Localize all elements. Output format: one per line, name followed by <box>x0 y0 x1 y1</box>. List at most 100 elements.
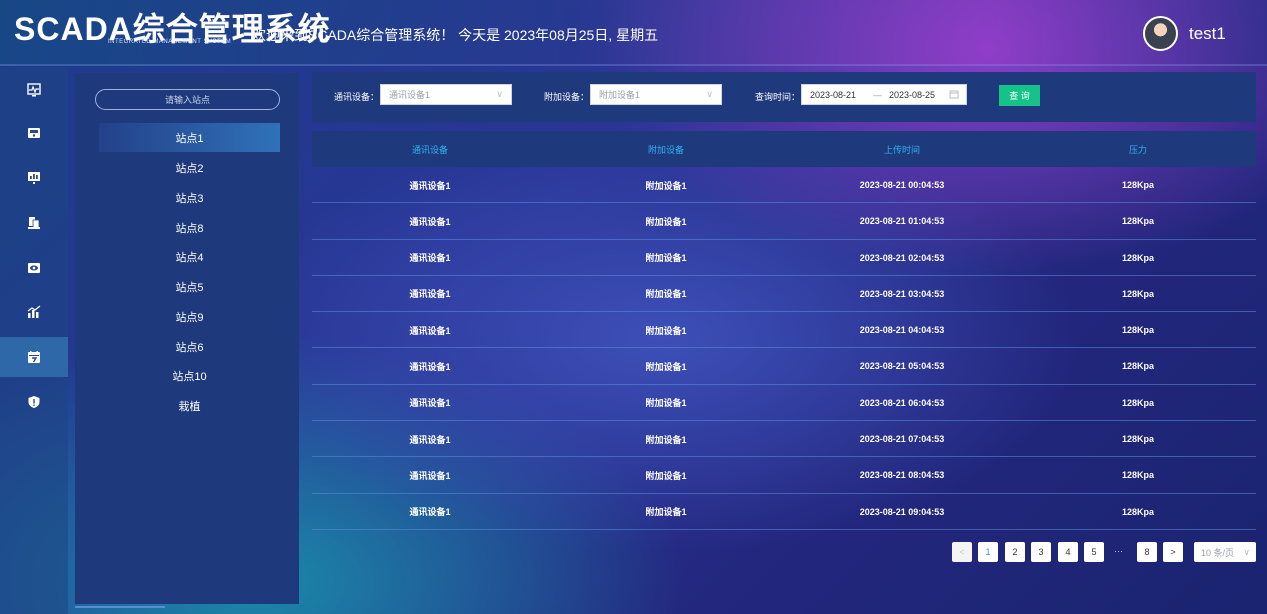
station-item[interactable]: 站点6 <box>99 332 280 361</box>
top-header: SCADA综合管理系统 INTEGRATED MANAGEMENT SYSTEM… <box>0 0 1267 66</box>
device-icon <box>28 128 40 138</box>
table-row[interactable]: 通讯设备1 附加设备1 2023-08-21 06:04:53 128Kpa <box>312 385 1256 422</box>
table-row[interactable]: 通讯设备1 附加设备1 2023-08-21 01:04:53 128Kpa <box>312 203 1256 240</box>
table-cell: 128Kpa <box>1121 180 1155 190</box>
calendar-icon <box>949 89 959 101</box>
table-row[interactable]: 通讯设备1 附加设备1 2023-08-21 00:04:53 128Kpa <box>312 167 1256 204</box>
page-button[interactable]: 8 <box>1137 542 1157 562</box>
app-logo-subtitle: INTEGRATED MANAGEMENT SYSTEM <box>108 39 232 45</box>
page-button[interactable]: 1 <box>978 542 998 562</box>
table-row[interactable]: 通讯设备1 附加设备1 2023-08-21 07:04:53 128Kpa <box>312 421 1256 458</box>
station-item[interactable]: 站点9 <box>99 302 280 331</box>
page-button[interactable]: 3 <box>1031 542 1051 562</box>
username[interactable]: test1 <box>1189 24 1226 44</box>
nav-inspect[interactable] <box>0 248 68 288</box>
page-size-value: 10 条/页 <box>1201 547 1235 558</box>
page-button[interactable]: 5 <box>1084 542 1104 562</box>
table-cell: 附加设备1 <box>645 470 687 481</box>
date-separator: — <box>873 90 882 100</box>
table-cell: 128Kpa <box>1121 288 1155 299</box>
nav-calendar[interactable] <box>0 337 68 377</box>
nav-screen[interactable] <box>0 158 68 198</box>
table-cell: 2023-08-21 02:04:53 <box>859 252 945 263</box>
nav-statistics[interactable] <box>0 292 68 332</box>
station-item[interactable]: 站点3 <box>99 183 280 212</box>
user-avatar[interactable] <box>1143 16 1178 51</box>
station-search-input[interactable] <box>95 89 280 110</box>
table-cell: 2023-08-21 00:04:53 <box>859 180 945 190</box>
table-cell: 128Kpa <box>1121 216 1155 227</box>
table-cell: 附加设备1 <box>645 253 687 264</box>
table-row[interactable]: 通讯设备1 附加设备1 2023-08-21 08:04:53 128Kpa <box>312 457 1256 494</box>
station-item[interactable]: 站点8 <box>99 213 280 242</box>
table-cell: 通讯设备1 <box>409 470 451 481</box>
station-item[interactable]: 站点4 <box>99 242 280 271</box>
table-cell: 2023-08-21 08:04:53 <box>859 470 945 481</box>
station-item[interactable]: 站点2 <box>99 153 280 182</box>
table-cell: 附加设备1 <box>645 325 687 336</box>
extra-device-select[interactable]: 附加设备1 ∨ <box>590 84 722 105</box>
table-body: 通讯设备1 附加设备1 2023-08-21 00:04:53 128Kpa 通讯设备1… <box>312 167 1256 530</box>
column-header: 上传时间 <box>883 144 920 155</box>
table-row[interactable]: 通讯设备1 附加设备1 2023-08-21 02:04:53 128Kpa <box>312 240 1256 276</box>
table-cell: 通讯设备1 <box>409 289 451 300</box>
filter-bar: 通讯设备： 通讯设备1 ∨ 附加设备： 附加设备1 ∨ 查询时间： 2023-0… <box>312 72 1256 122</box>
page-button[interactable]: 2 <box>1005 542 1025 562</box>
next-page-button[interactable]: > <box>1163 542 1183 562</box>
chevron-down-icon: ∨ <box>706 89 713 99</box>
bar-chart-icon <box>27 305 41 318</box>
table-cell: 128Kpa <box>1121 252 1155 263</box>
date-start[interactable]: 2023-08-21 <box>810 90 856 100</box>
icon-sidebar <box>0 68 68 614</box>
date-range-picker[interactable]: 2023-08-21 — 2023-08-25 <box>801 84 967 105</box>
table-cell: 128Kpa <box>1121 397 1155 408</box>
scrollbar-indicator[interactable] <box>75 606 165 608</box>
data-table: 通讯设备 附加设备 上传时间 压力 通讯设备1 附加设备1 2023-08-21 0… <box>312 131 1256 530</box>
nav-device[interactable] <box>0 113 68 153</box>
table-cell: 附加设备1 <box>645 398 687 409</box>
table-cell: 通讯设备1 <box>409 398 451 409</box>
page-size-select[interactable]: 10 条/页 ∨ <box>1194 542 1256 562</box>
table-cell: 128Kpa <box>1121 506 1155 517</box>
screen-chart-icon <box>28 172 40 184</box>
query-button[interactable]: 查 询 <box>999 85 1040 106</box>
table-cell: 2023-08-21 07:04:53 <box>859 434 945 445</box>
table-cell: 128Kpa <box>1121 470 1155 481</box>
column-header: 通讯设备 <box>411 144 448 155</box>
table-row[interactable]: 通讯设备1 附加设备1 2023-08-21 03:04:53 128Kpa <box>312 276 1256 313</box>
extra-device-value: 附加设备1 <box>599 90 641 100</box>
table-cell: 2023-08-21 09:04:53 <box>859 506 945 517</box>
table-cell: 通讯设备1 <box>409 361 451 372</box>
welcome-message: 欢迎来到SCADA综合管理系统！ 今天是 2023年08月25日, 星期五 <box>252 27 659 43</box>
table-cell: 通讯设备1 <box>409 216 451 227</box>
station-item[interactable]: 站点10 <box>99 361 280 390</box>
chevron-down-icon: ∨ <box>496 89 503 99</box>
table-cell: 附加设备1 <box>645 361 687 372</box>
date-end[interactable]: 2023-08-25 <box>889 90 935 100</box>
nav-security[interactable] <box>0 382 68 422</box>
eye-icon <box>28 263 40 273</box>
table-cell: 通讯设备1 <box>409 434 451 445</box>
table-cell: 附加设备1 <box>645 216 687 227</box>
monitor-wave-icon <box>27 83 41 97</box>
table-row[interactable]: 通讯设备1 附加设备1 2023-08-21 05:04:53 128Kpa <box>312 348 1256 385</box>
table-cell: 2023-08-21 06:04:53 <box>859 397 945 408</box>
station-panel: 站点1 站点2 站点3 站点8 站点4 站点5 站点9 站点6 站点10 栽植 <box>75 73 299 604</box>
station-item[interactable]: 站点1 <box>99 123 280 152</box>
nav-monitor[interactable] <box>0 70 68 110</box>
table-cell: 2023-08-21 04:04:53 <box>859 325 945 336</box>
station-item[interactable]: 站点5 <box>99 272 280 301</box>
table-row[interactable]: 通讯设备1 附加设备1 2023-08-21 04:04:53 128Kpa <box>312 312 1256 349</box>
table-cell: 附加设备1 <box>645 507 687 518</box>
column-header: 附加设备 <box>647 144 684 155</box>
table-cell: 128Kpa <box>1121 434 1155 445</box>
page-button[interactable]: 4 <box>1058 542 1078 562</box>
page-ellipsis[interactable]: ··· <box>1114 546 1123 556</box>
table-row[interactable]: 通讯设备1 附加设备1 2023-08-21 09:04:53 128Kpa <box>312 494 1256 530</box>
prev-page-button[interactable]: < <box>952 542 972 562</box>
station-item[interactable]: 栽植 <box>99 391 280 420</box>
nav-records[interactable] <box>0 203 68 243</box>
query-time-label: 查询时间： <box>755 92 801 102</box>
comm-device-select[interactable]: 通讯设备1 ∨ <box>380 84 512 105</box>
comm-device-value: 通讯设备1 <box>389 90 431 100</box>
